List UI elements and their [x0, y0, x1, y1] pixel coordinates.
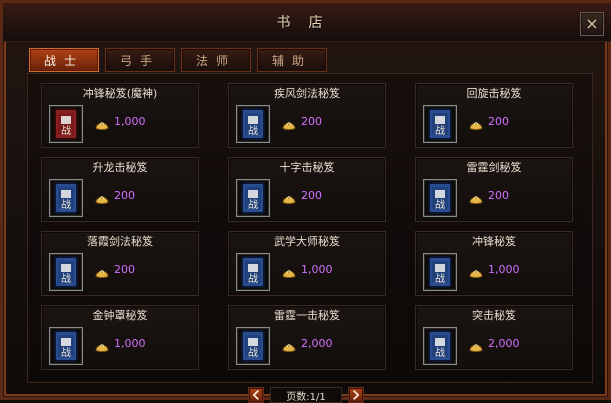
- blue-book-icon: 战: [236, 327, 270, 365]
- item-name: 疾风剑法秘笈: [274, 87, 340, 100]
- gold-ingot-icon: [94, 191, 110, 204]
- item-price: 200: [301, 189, 322, 202]
- gold-ingot-icon: [281, 339, 297, 352]
- item-price: 1,000: [114, 337, 146, 350]
- item-card[interactable]: 升龙击秘笈 战 200: [41, 157, 199, 222]
- gold-ingot-icon: [468, 339, 484, 352]
- item-card[interactable]: 十字击秘笈 战 200: [228, 157, 386, 222]
- item-price: 1,000: [488, 263, 520, 276]
- item-name: 落霞剑法秘笈: [87, 235, 153, 248]
- tab-support[interactable]: 辅助: [257, 48, 327, 72]
- tab-label: 辅助: [271, 53, 312, 68]
- gold-ingot-icon: [281, 265, 297, 278]
- items-grid: 冲锋秘笈(魔神) 战 1,000 疾风剑法秘笈 战 200 回旋击秘笈 战 20…: [41, 83, 589, 373]
- gold-ingot-icon: [281, 117, 297, 130]
- book-tag: 战: [248, 199, 258, 211]
- page-indicator: 页数:1/1: [270, 387, 342, 403]
- tab-mage[interactable]: 法师: [181, 48, 251, 72]
- book-tag: 战: [61, 347, 71, 359]
- blue-book-icon: 战: [423, 327, 457, 365]
- item-price: 200: [114, 189, 135, 202]
- book-tag: 战: [248, 125, 258, 137]
- close-icon: ×: [585, 14, 599, 33]
- prev-page-button[interactable]: [248, 387, 264, 403]
- book-tag: 战: [435, 273, 445, 285]
- item-name: 十字击秘笈: [279, 161, 335, 174]
- item-name: 金钟罩秘笈: [92, 309, 148, 322]
- gold-ingot-icon: [468, 117, 484, 130]
- tab-label: 法师: [195, 53, 236, 68]
- blue-book-icon: 战: [236, 179, 270, 217]
- blue-book-icon: 战: [423, 179, 457, 217]
- item-card[interactable]: 疾风剑法秘笈 战 200: [228, 83, 386, 148]
- item-name: 突击秘笈: [472, 309, 516, 322]
- close-button[interactable]: ×: [580, 12, 604, 36]
- item-card[interactable]: 金钟罩秘笈 战 1,000: [41, 305, 199, 370]
- blue-book-icon: 战: [49, 253, 83, 291]
- item-name: 冲锋秘笈(魔神): [82, 87, 158, 100]
- window-title: 书店: [276, 15, 341, 31]
- item-name: 回旋击秘笈: [466, 87, 522, 100]
- class-tabs: 战士 弓手 法师 辅助: [29, 48, 327, 72]
- item-price: 200: [301, 115, 322, 128]
- blue-book-icon: 战: [49, 179, 83, 217]
- gold-ingot-icon: [94, 265, 110, 278]
- gold-ingot-icon: [468, 191, 484, 204]
- red-book-icon: 战: [49, 105, 83, 143]
- item-card[interactable]: 回旋击秘笈 战 200: [415, 83, 573, 148]
- gold-ingot-icon: [281, 191, 297, 204]
- item-card[interactable]: 冲锋秘笈(魔神) 战 1,000: [41, 83, 199, 148]
- book-tag: 战: [248, 347, 258, 359]
- book-tag: 战: [61, 273, 71, 285]
- item-price: 200: [488, 115, 509, 128]
- book-tag: 战: [435, 125, 445, 137]
- item-card[interactable]: 突击秘笈 战 2,000: [415, 305, 573, 370]
- tab-archer[interactable]: 弓手: [105, 48, 175, 72]
- next-page-button[interactable]: [348, 387, 364, 403]
- blue-book-icon: 战: [236, 253, 270, 291]
- item-price: 200: [114, 263, 135, 276]
- item-name: 升龙击秘笈: [92, 161, 148, 174]
- item-card[interactable]: 落霞剑法秘笈 战 200: [41, 231, 199, 296]
- item-price: 1,000: [301, 263, 333, 276]
- item-card[interactable]: 冲锋秘笈 战 1,000: [415, 231, 573, 296]
- item-price: 2,000: [301, 337, 333, 350]
- book-tag: 战: [248, 273, 258, 285]
- item-card[interactable]: 雷霆一击秘笈 战 2,000: [228, 305, 386, 370]
- item-price: 1,000: [114, 115, 146, 128]
- book-tag: 战: [435, 199, 445, 211]
- item-name: 雷霆一击秘笈: [274, 309, 340, 322]
- gold-ingot-icon: [94, 339, 110, 352]
- blue-book-icon: 战: [236, 105, 270, 143]
- chevron-right-icon: [353, 390, 360, 400]
- item-price: 2,000: [488, 337, 520, 350]
- item-card[interactable]: 武学大师秘笈 战 1,000: [228, 231, 386, 296]
- blue-book-icon: 战: [49, 327, 83, 365]
- bookstore-window: 书店 × 战士 弓手 法师 辅助 冲锋秘笈(魔神) 战 1,000 疾风剑法秘笈…: [0, 0, 611, 403]
- pagination: 页数:1/1: [248, 387, 370, 403]
- gold-ingot-icon: [94, 117, 110, 130]
- tab-warrior[interactable]: 战士: [29, 48, 99, 72]
- item-price: 200: [488, 189, 509, 202]
- book-tag: 战: [435, 347, 445, 359]
- book-tag: 战: [61, 125, 71, 137]
- gold-ingot-icon: [468, 265, 484, 278]
- tab-label: 战士: [43, 53, 84, 68]
- blue-book-icon: 战: [423, 253, 457, 291]
- item-name: 雷霆剑秘笈: [466, 161, 522, 174]
- book-tag: 战: [61, 199, 71, 211]
- blue-book-icon: 战: [423, 105, 457, 143]
- item-name: 冲锋秘笈: [472, 235, 516, 248]
- tab-label: 弓手: [119, 53, 160, 68]
- chevron-left-icon: [252, 390, 259, 400]
- item-name: 武学大师秘笈: [274, 235, 340, 248]
- item-card[interactable]: 雷霆剑秘笈 战 200: [415, 157, 573, 222]
- window-titlebar: 书店 ×: [3, 3, 611, 42]
